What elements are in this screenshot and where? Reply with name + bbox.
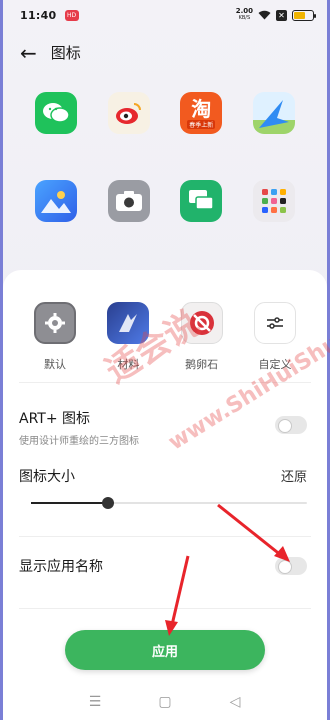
apply-button[interactable]: 应用 [65, 630, 265, 670]
gallery-icon [35, 180, 78, 222]
pebble-icon [180, 302, 223, 344]
battery-icon [292, 9, 316, 21]
navigation-bar: ☰ ▢ ◁ [0, 694, 330, 710]
notification-badge: HD [64, 9, 79, 21]
icon-size-row: 图标大小 还原 [19, 466, 311, 516]
app-folder-icon [252, 180, 295, 222]
slider-fill [31, 502, 109, 504]
slider-thumb[interactable] [102, 497, 115, 509]
style-label: 自定义 [258, 358, 292, 371]
gear-icon [34, 302, 76, 344]
art-plus-row: ART+ 图标 使用设计师重绘的三方图标 [19, 408, 311, 447]
style-label: 鹅卵石 [185, 358, 219, 371]
divider [19, 382, 311, 383]
status-bar: 11:40 HD 2.00 KB/S ✕ [0, 0, 330, 30]
style-option-material[interactable]: 材料 [100, 302, 156, 372]
art-plus-toggle[interactable] [275, 416, 307, 434]
page-title: 图标 [50, 44, 81, 62]
status-time: 11:40 [20, 8, 57, 22]
material-icon [107, 302, 150, 344]
icon-size-title: 图标大小 [19, 469, 75, 485]
home-icon[interactable]: ▢ [151, 694, 179, 710]
style-label: 默认 [44, 358, 66, 371]
show-app-name-title: 显示应用名称 [19, 559, 103, 575]
messages-icon [180, 180, 223, 222]
weibo-icon [107, 92, 150, 134]
icon-style-selector: 默认 材料 鹅卵石 自定义 [27, 302, 303, 372]
style-label: 材料 [117, 358, 140, 371]
network-speed: 2.00 KB/S [235, 7, 253, 22]
divider [19, 536, 311, 537]
wechat-icon [35, 92, 78, 134]
show-app-name-row: 显示应用名称 [19, 556, 311, 576]
wifi-icon [258, 10, 271, 20]
maps-icon [252, 92, 295, 134]
taobao-icon: 淘 春季上新 [180, 92, 223, 134]
show-app-name-toggle[interactable] [275, 557, 307, 575]
settings-panel: 默认 材料 鹅卵石 自定义 ART+ 图标 使用设计师重绘的三方图标 图标大小 [3, 270, 327, 720]
page-header: ← 图标 [20, 42, 81, 63]
icon-size-slider[interactable] [31, 497, 307, 509]
camera-icon [107, 180, 150, 222]
divider [19, 608, 311, 609]
style-option-custom[interactable]: 自定义 [247, 302, 303, 372]
back-icon[interactable]: ◁ [221, 694, 249, 710]
reset-button[interactable]: 还原 [281, 466, 307, 485]
style-option-pebble[interactable]: 鹅卵石 [174, 302, 230, 372]
art-plus-subtitle: 使用设计师重绘的三方图标 [19, 436, 139, 447]
sliders-icon [253, 302, 296, 344]
icon-preview-grid: 淘 春季上新 [20, 92, 310, 222]
art-plus-title: ART+ 图标 [19, 411, 91, 427]
x-icon: ✕ [276, 9, 287, 21]
menu-icon[interactable]: ☰ [81, 694, 109, 710]
style-option-default[interactable]: 默认 [27, 302, 83, 372]
back-arrow-icon[interactable]: ← [20, 43, 37, 63]
